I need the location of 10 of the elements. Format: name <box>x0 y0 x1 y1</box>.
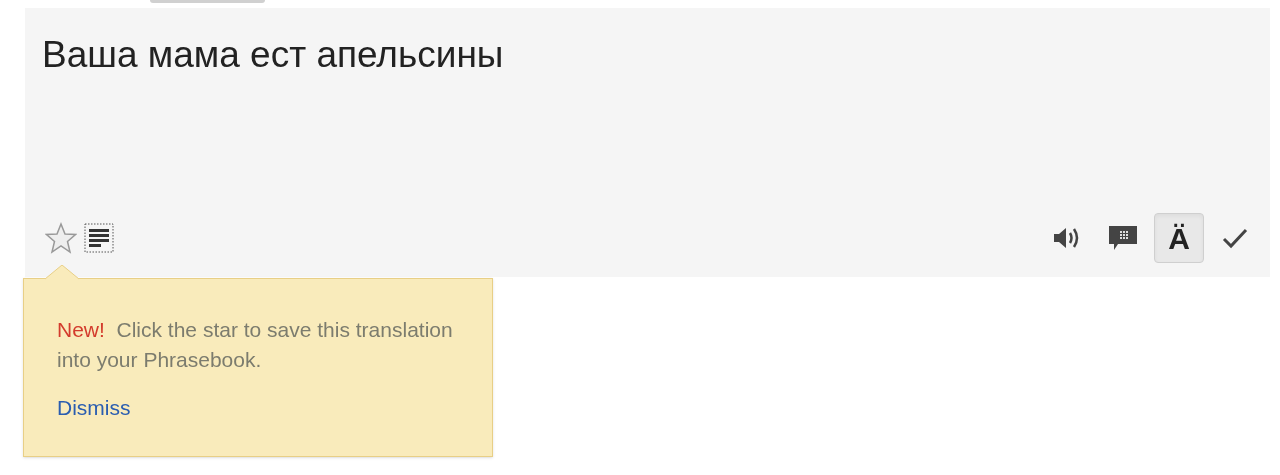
star-button[interactable] <box>43 220 79 256</box>
tooltip-message: New! Click the star to save this translation into your Phrasebook. <box>57 317 454 373</box>
text-select-button[interactable] <box>83 222 115 254</box>
speech-bubble-icon <box>1108 224 1138 252</box>
translation-text: Ваша мама ест апельсины <box>42 33 504 77</box>
romanization-button[interactable]: Ä <box>1154 213 1204 263</box>
checkmark-icon <box>1222 227 1248 249</box>
dismiss-link[interactable]: Dismiss <box>57 395 131 421</box>
text-lines-icon <box>84 223 114 253</box>
star-icon <box>45 222 77 254</box>
